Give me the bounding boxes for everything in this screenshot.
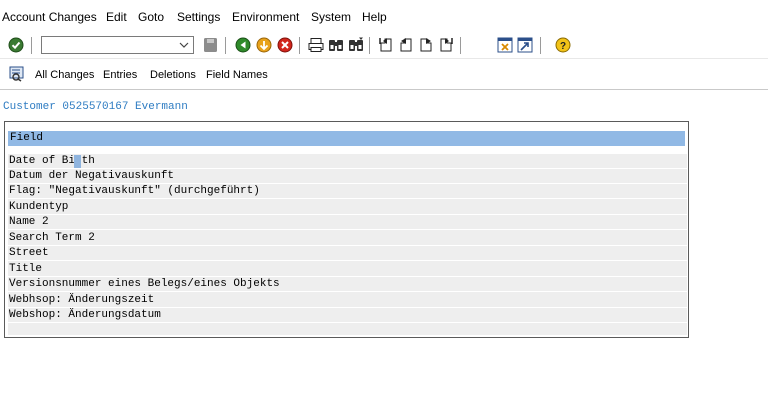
first-page-icon[interactable] <box>378 37 394 53</box>
field-list-panel: Field Date of Birth Datum der Negativaus… <box>4 121 689 338</box>
toolbar-separator <box>460 37 461 54</box>
list-item[interactable]: Search Term 2 <box>8 231 687 246</box>
menu-bar: Account Changes Edit Goto Settings Envir… <box>0 0 768 33</box>
new-session-icon[interactable] <box>497 37 513 53</box>
list-item[interactable]: Street <box>8 246 687 261</box>
toolbar-separator <box>540 37 541 54</box>
chevron-down-icon[interactable] <box>178 38 190 52</box>
list-item[interactable]: Kundentyp <box>8 200 687 215</box>
toolbar-separator <box>369 37 370 54</box>
find-icon[interactable] <box>328 37 344 53</box>
help-icon[interactable]: ? <box>555 37 571 53</box>
all-changes-button[interactable]: All Changes <box>35 69 94 81</box>
change-log-icon[interactable] <box>8 65 25 82</box>
list-item-label: Title <box>9 263 43 275</box>
last-page-icon[interactable] <box>438 37 454 53</box>
standard-toolbar: ? <box>0 33 768 59</box>
list-item-label: Versionsnummer eines Belegs/eines Objekt… <box>9 278 280 290</box>
find-next-icon[interactable] <box>348 37 364 53</box>
exit-icon[interactable] <box>256 37 272 53</box>
list-item-label: Datum der Negativauskunft <box>9 170 175 182</box>
toolbar-separator <box>299 37 300 54</box>
deletions-button[interactable]: Deletions <box>150 69 196 81</box>
application-toolbar: All Changes Entries Deletions Field Name… <box>0 59 768 90</box>
customer-title: Customer 0525570167 Evermann <box>3 101 188 113</box>
menu-account-changes[interactable]: Account Changes <box>2 10 97 24</box>
save-icon[interactable] <box>203 37 218 53</box>
list-item[interactable]: Name 2 <box>8 215 687 230</box>
list-item-label: Webhsop: Änderungszeit <box>9 294 155 306</box>
text-cursor <box>74 155 81 168</box>
field-list: Date of Birth Datum der Negativauskunft … <box>8 154 687 335</box>
menu-help[interactable]: Help <box>362 10 387 24</box>
list-item-label: Flag: "Negativauskunft" (durchgeführt) <box>9 185 260 197</box>
command-input[interactable] <box>44 38 172 52</box>
svg-text:?: ? <box>560 41 566 52</box>
back-icon[interactable] <box>235 37 251 53</box>
list-item-label: Name 2 <box>9 216 49 228</box>
list-item[interactable]: Webhsop: Änderungszeit <box>8 293 687 308</box>
list-item[interactable]: Webshop: Änderungsdatum <box>8 308 687 323</box>
list-item-label: Webshop: Änderungsdatum <box>9 309 161 321</box>
field-column-header-label: Field <box>10 132 44 144</box>
entries-button[interactable]: Entries <box>103 69 137 81</box>
previous-page-icon[interactable] <box>398 37 414 53</box>
list-item-label: Date of Birth <box>9 155 95 167</box>
list-item[interactable]: Datum der Negativauskunft <box>8 169 687 184</box>
menu-goto[interactable]: Goto <box>138 10 164 24</box>
enter-icon[interactable] <box>8 37 24 53</box>
field-names-button[interactable]: Field Names <box>206 69 268 81</box>
cancel-icon[interactable] <box>277 37 293 53</box>
list-item-label: Search Term 2 <box>9 232 95 244</box>
menu-environment[interactable]: Environment <box>232 10 299 24</box>
shortcut-icon[interactable] <box>517 37 533 53</box>
menu-system[interactable]: System <box>311 10 351 24</box>
list-item-label: Kundentyp <box>9 201 69 213</box>
toolbar-separator <box>31 37 32 54</box>
field-column-header[interactable]: Field <box>8 131 685 146</box>
print-icon[interactable] <box>308 37 324 53</box>
list-item-label: Street <box>9 247 49 259</box>
list-item[interactable]: Date of Birth <box>8 154 687 169</box>
command-field[interactable] <box>41 36 194 54</box>
list-item[interactable]: Title <box>8 262 687 277</box>
menu-edit[interactable]: Edit <box>106 10 127 24</box>
menu-settings[interactable]: Settings <box>177 10 220 24</box>
next-page-icon[interactable] <box>418 37 434 53</box>
toolbar-separator <box>225 37 226 54</box>
list-item[interactable]: Flag: "Negativauskunft" (durchgeführt) <box>8 184 687 199</box>
list-item[interactable]: Versionsnummer eines Belegs/eines Objekt… <box>8 277 687 292</box>
